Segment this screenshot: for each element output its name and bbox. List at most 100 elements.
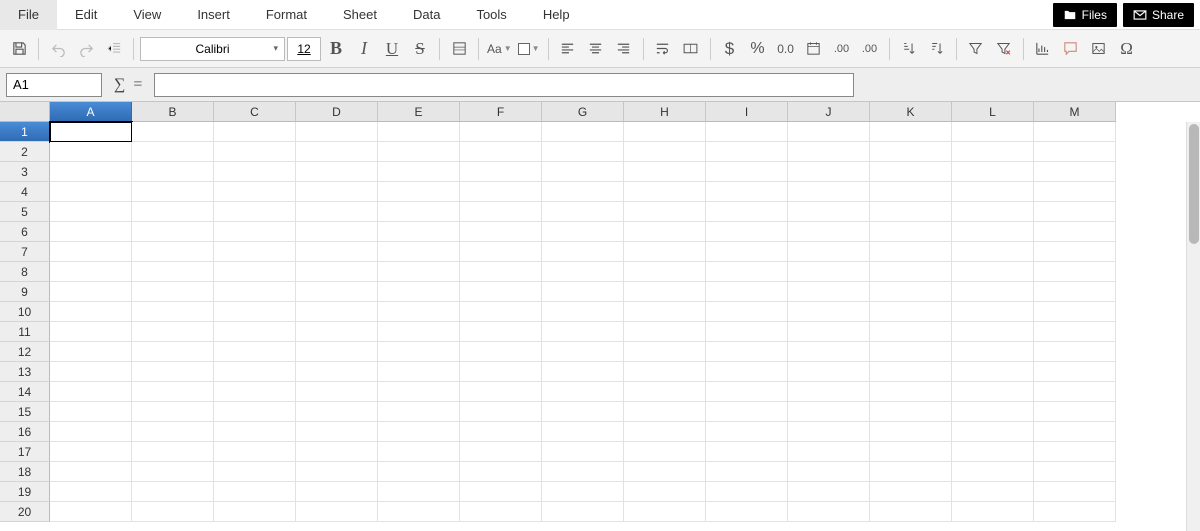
row-header[interactable]: 16 (0, 422, 50, 442)
cell[interactable] (378, 342, 460, 362)
filter-button[interactable] (963, 36, 989, 62)
cell[interactable] (542, 322, 624, 342)
cell[interactable] (542, 182, 624, 202)
cell[interactable] (460, 422, 542, 442)
cell[interactable] (788, 142, 870, 162)
cell[interactable] (214, 262, 296, 282)
menu-sheet[interactable]: Sheet (325, 0, 395, 30)
cell[interactable] (788, 242, 870, 262)
row-header[interactable]: 7 (0, 242, 50, 262)
cell[interactable] (624, 462, 706, 482)
cell[interactable] (50, 122, 132, 142)
cell[interactable] (132, 202, 214, 222)
cell[interactable] (132, 242, 214, 262)
cell[interactable] (788, 462, 870, 482)
cell[interactable] (378, 182, 460, 202)
cell[interactable] (706, 422, 788, 442)
cell[interactable] (788, 362, 870, 382)
cell[interactable] (542, 302, 624, 322)
cell[interactable] (214, 382, 296, 402)
cell[interactable] (870, 162, 952, 182)
cell[interactable] (706, 362, 788, 382)
column-header[interactable]: B (132, 102, 214, 122)
redo-button[interactable] (73, 36, 99, 62)
cell[interactable] (788, 222, 870, 242)
cell[interactable] (214, 442, 296, 462)
cell[interactable] (378, 242, 460, 262)
align-center-button[interactable] (583, 36, 609, 62)
column-header[interactable]: A (50, 102, 132, 122)
cell[interactable] (1034, 482, 1116, 502)
cell[interactable] (378, 282, 460, 302)
cell[interactable] (870, 142, 952, 162)
cell[interactable] (50, 222, 132, 242)
row-header[interactable]: 8 (0, 262, 50, 282)
cell[interactable] (788, 382, 870, 402)
menu-help[interactable]: Help (525, 0, 588, 30)
symbol-button[interactable]: Ω (1114, 36, 1140, 62)
comment-button[interactable] (1058, 36, 1084, 62)
cell[interactable] (296, 502, 378, 522)
menu-edit[interactable]: Edit (57, 0, 115, 30)
row-header[interactable]: 4 (0, 182, 50, 202)
row-header[interactable]: 6 (0, 222, 50, 242)
cell[interactable] (132, 442, 214, 462)
cell[interactable] (378, 222, 460, 242)
cell[interactable] (132, 482, 214, 502)
cell[interactable] (788, 282, 870, 302)
cell[interactable] (1034, 362, 1116, 382)
cell[interactable] (542, 462, 624, 482)
vertical-scrollbar[interactable] (1186, 122, 1200, 531)
cell[interactable] (1034, 162, 1116, 182)
cell[interactable] (460, 322, 542, 342)
cell[interactable] (870, 342, 952, 362)
cell[interactable] (378, 402, 460, 422)
row-header[interactable]: 15 (0, 402, 50, 422)
cell[interactable] (296, 482, 378, 502)
increase-decimal-button[interactable]: .00 (829, 36, 855, 62)
cell[interactable] (788, 322, 870, 342)
cell[interactable] (214, 342, 296, 362)
cell[interactable] (706, 442, 788, 462)
row-header[interactable]: 12 (0, 342, 50, 362)
row-header[interactable]: 5 (0, 202, 50, 222)
cell[interactable] (296, 202, 378, 222)
cell[interactable] (870, 302, 952, 322)
cell[interactable] (952, 342, 1034, 362)
cell[interactable] (1034, 342, 1116, 362)
undo-button[interactable] (45, 36, 71, 62)
cell[interactable] (870, 322, 952, 342)
row-header[interactable]: 2 (0, 142, 50, 162)
cell[interactable] (214, 482, 296, 502)
cell[interactable] (870, 442, 952, 462)
cell[interactable] (378, 462, 460, 482)
cell[interactable] (50, 142, 132, 162)
cell[interactable] (1034, 182, 1116, 202)
share-button[interactable]: Share (1123, 3, 1194, 27)
cell[interactable] (132, 122, 214, 142)
files-button[interactable]: Files (1053, 3, 1117, 27)
cell[interactable] (132, 402, 214, 422)
sort-desc-button[interactable] (924, 36, 950, 62)
underline-button[interactable]: U (379, 36, 405, 62)
cell[interactable] (624, 502, 706, 522)
cell[interactable] (788, 202, 870, 222)
cell[interactable] (870, 122, 952, 142)
cell[interactable] (1034, 262, 1116, 282)
scroll-thumb[interactable] (1189, 124, 1199, 244)
cell[interactable] (378, 422, 460, 442)
cell[interactable] (50, 502, 132, 522)
cell[interactable] (542, 142, 624, 162)
cell[interactable] (788, 442, 870, 462)
merge-cells-button[interactable] (678, 36, 704, 62)
cell[interactable] (870, 502, 952, 522)
decrease-decimal-button[interactable]: .00 (857, 36, 883, 62)
cell[interactable] (1034, 142, 1116, 162)
cell[interactable] (460, 202, 542, 222)
cell[interactable] (132, 222, 214, 242)
cell[interactable] (870, 202, 952, 222)
cell[interactable] (214, 322, 296, 342)
cell[interactable] (788, 342, 870, 362)
cell[interactable] (296, 262, 378, 282)
cell[interactable] (214, 362, 296, 382)
